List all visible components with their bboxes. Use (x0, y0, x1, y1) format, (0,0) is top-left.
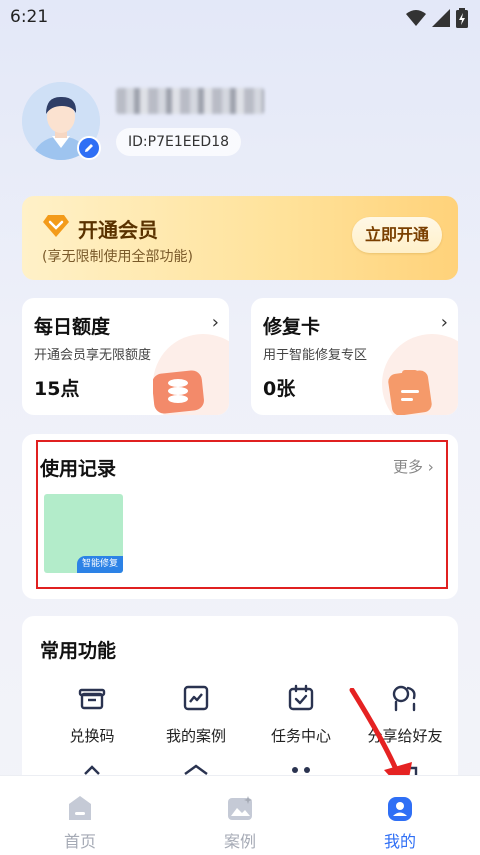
image-chart-icon (183, 685, 209, 711)
coins-icon (153, 370, 204, 414)
username-blurred (116, 88, 264, 114)
daily-quota-card[interactable]: 每日额度 › 开通会员享无限额度 15点 (22, 298, 229, 415)
redeem-code-item[interactable]: 兑换码 (37, 683, 147, 746)
repair-card-title: 修复卡 (263, 316, 321, 338)
calendar-check-icon (288, 684, 314, 711)
daily-quota-title: 每日额度 (34, 316, 111, 338)
my-cases-item[interactable]: 我的案例 (141, 683, 251, 746)
repair-card-value: 0张 (263, 378, 296, 400)
daily-quota-desc: 开通会员享无限额度 (34, 348, 152, 363)
home-icon (69, 796, 91, 820)
nav-cases[interactable]: 案例 (200, 794, 280, 852)
vip-title: 开通会员 (78, 218, 158, 242)
usage-records-title: 使用记录 (40, 458, 117, 480)
status-bar: 6:21 (0, 0, 480, 36)
signal-icon (432, 9, 450, 27)
chevron-right-icon: › (211, 312, 219, 333)
my-cases-label: 我的案例 (165, 727, 226, 745)
vip-banner[interactable]: 开通会员 (享无限制使用全部功能) 立即开通 (22, 196, 458, 280)
function-icon-partial (292, 767, 310, 773)
gift-icon (78, 688, 106, 710)
chevron-right-icon: › (427, 458, 434, 476)
gallery-icon (228, 796, 252, 820)
record-thumbnail[interactable]: 智能修复 (44, 494, 123, 573)
profile-icon (388, 797, 412, 821)
more-link[interactable]: 更多 › (393, 456, 434, 477)
status-icons (406, 8, 468, 28)
status-time: 6:21 (10, 7, 49, 27)
nav-mine-label: 我的 (383, 832, 416, 851)
edit-avatar-button[interactable] (77, 136, 101, 160)
chevron-right-icon: › (440, 312, 448, 333)
repair-card-desc: 用于智能修复专区 (263, 348, 368, 363)
redeem-code-label: 兑换码 (69, 727, 115, 745)
repair-card-icon (388, 370, 432, 415)
diamond-icon (43, 215, 69, 237)
daily-quota-value: 15点 (34, 378, 80, 400)
more-link-label: 更多 (393, 458, 424, 476)
wifi-icon (406, 10, 426, 26)
function-icon-partial (184, 764, 208, 775)
nav-home[interactable]: 首页 (40, 794, 120, 852)
nav-mine[interactable]: 我的 (360, 794, 440, 852)
battery-icon (456, 8, 468, 28)
user-id-chip[interactable]: ID:P7E1EED18 (116, 128, 242, 156)
common-functions-title: 常用功能 (40, 640, 117, 662)
function-icon-partial (84, 765, 100, 775)
thumbnail-badge: 智能修复 (76, 556, 123, 573)
nav-home-label: 首页 (63, 832, 96, 851)
activate-vip-button[interactable]: 立即开通 (352, 217, 442, 253)
repair-card[interactable]: 修复卡 › 用于智能修复专区 0张 (251, 298, 458, 415)
nav-cases-label: 案例 (223, 832, 256, 851)
bottom-nav: 首页 案例 我的 (0, 775, 480, 855)
vip-subtitle: (享无限制使用全部功能) (42, 249, 193, 265)
pencil-icon (85, 144, 93, 152)
